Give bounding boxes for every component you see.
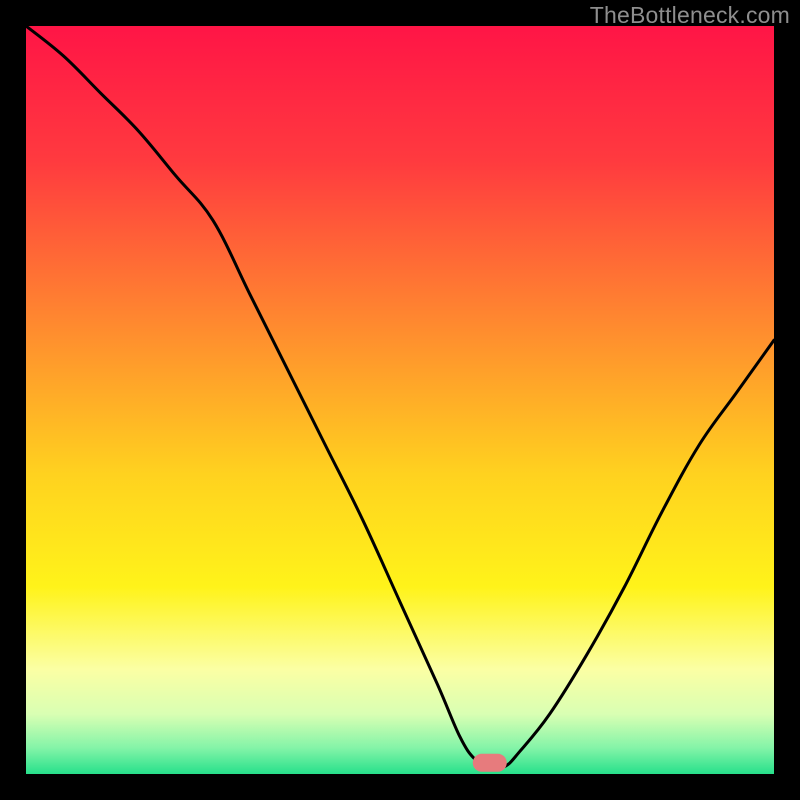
- chart-frame: TheBottleneck.com: [0, 0, 800, 800]
- gradient-background: [26, 26, 774, 774]
- chart-svg: [26, 26, 774, 774]
- plot-area: [26, 26, 774, 774]
- watermark-text: TheBottleneck.com: [590, 2, 790, 29]
- optimal-point-marker: [473, 754, 507, 772]
